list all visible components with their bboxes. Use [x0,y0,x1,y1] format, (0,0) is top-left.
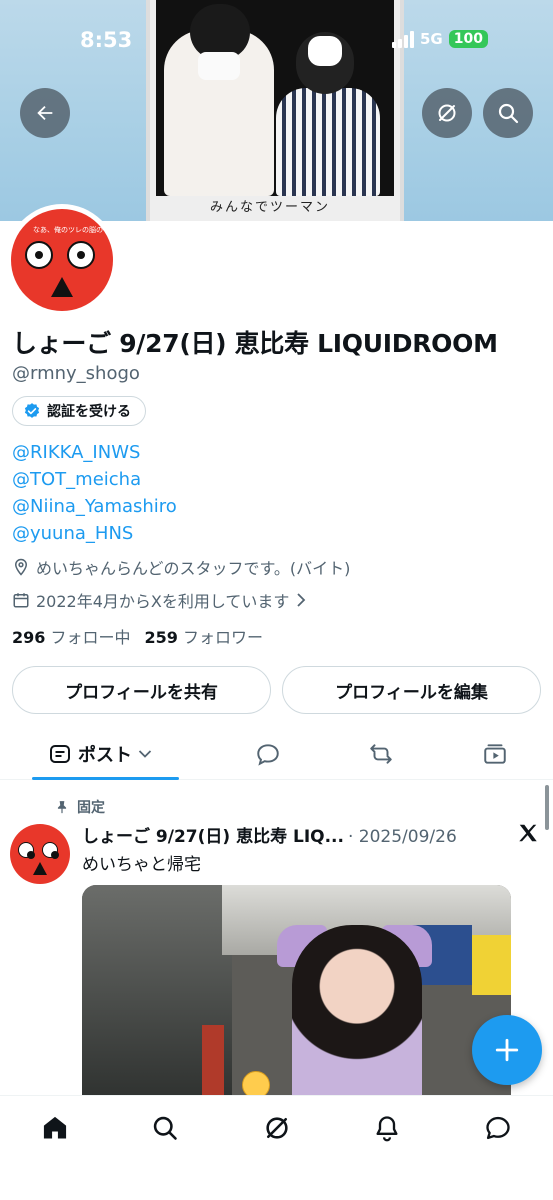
banner-person-right-face-cover [308,36,342,66]
nav-home[interactable] [35,1112,75,1144]
avatar-text: なあ、俺のツレの脳のヤツ見なかった？ [33,226,113,234]
bottom-navigation [0,1095,553,1200]
search-icon [153,1116,177,1140]
avatar-left-eye [25,241,53,269]
nav-grok[interactable] [257,1112,297,1144]
bio-mention-link[interactable]: @Niina_Yamashiro [12,494,177,521]
network-type: 5G [420,30,443,48]
grok-button[interactable] [422,88,472,138]
reply-icon [257,744,279,766]
home-icon [43,1116,67,1139]
verified-badge-icon [24,403,40,418]
post-author-avatar[interactable] [10,824,70,884]
video-icon [484,744,506,764]
followers-count: 259 [144,628,178,647]
active-tab-indicator [32,777,179,780]
tab-posts[interactable]: ポスト [48,728,152,780]
grok-icon [266,1117,288,1139]
message-icon [486,1116,510,1140]
repost-icon [370,744,392,764]
profile-display-name: しょーご 9/27(日) 恵比寿 LIQUIDROOM [12,329,498,358]
bell-icon [376,1116,398,1142]
post-text: めいちゃと帰宅 [82,855,201,875]
banner-person-left-mask [198,52,240,80]
chevron-down-icon [138,750,152,758]
followers-link[interactable]: 259 フォロワー [145,624,264,648]
avatar-image: なあ、俺のツレの脳のヤツ見なかった？ [11,209,113,311]
avatar-right-eye [67,241,95,269]
search-icon [498,103,519,124]
banner-photo: みんなでツーマン [146,0,404,221]
battery-level: 100 [448,30,488,48]
pinned-indicator: 固定 [55,797,105,817]
share-profile-button[interactable]: プロフィールを共有 [12,666,271,714]
profile-avatar[interactable]: なあ、俺のツレの脳のヤツ見なかった？ [6,204,118,316]
compose-post-button[interactable] [472,1015,542,1085]
post-header: しょーご 9/27(日) 恵比寿 LIQ... · 2025/09/26 [82,822,457,847]
bio-mention-link[interactable]: @yuuna_HNS [12,521,177,548]
profile-handle: @rmny_shogo [12,363,140,384]
tab-reposts[interactable] [367,728,395,780]
post-author-name[interactable]: しょーご 9/27(日) 恵比寿 LIQ... [82,822,344,847]
bio-mention-link[interactable]: @RIKKA_INWS [12,440,177,467]
followers-label: フォロワー [183,628,264,647]
banner-person-right [276,88,380,196]
post-media-image[interactable] [82,885,511,1100]
pin-icon [57,801,67,814]
follow-stats: 296 フォロー中 259 フォロワー [12,624,263,648]
nav-notifications[interactable] [367,1112,407,1144]
get-verified-button[interactable]: 認証を受ける [12,396,146,426]
tab-media[interactable] [481,728,509,780]
back-arrow-icon [37,105,53,121]
post-date[interactable]: · 2025/09/26 [348,827,457,847]
scrollbar[interactable] [545,785,549,830]
train-ad [472,935,511,995]
post-source-button[interactable] [517,822,539,848]
location-pin-icon [14,558,28,576]
avatar-mouth [51,277,73,297]
signal-icon [392,30,414,48]
following-label: フォロー中 [50,628,131,647]
avatar-right-eye [42,842,59,859]
posts-icon [50,745,70,763]
status-time: 8:53 [80,28,133,52]
pinned-label: 固定 [77,800,105,816]
standee-figure [292,925,422,1100]
train-panel [202,1025,224,1100]
avatar-left-eye [18,842,35,859]
profile-join-date[interactable]: 2022年4月からXを利用しています [12,588,307,612]
search-button[interactable] [483,88,533,138]
nav-search[interactable] [145,1112,185,1144]
status-indicators: 5G 100 [392,30,488,48]
tab-posts-label: ポスト [78,745,132,766]
bio-mentions: @RIKKA_INWS @TOT_meicha @Niina_Yamashiro… [12,440,177,548]
x-logo-icon [519,824,537,842]
following-link[interactable]: 296 フォロー中 [12,624,131,648]
banner-photo-caption: みんなでツーマン [210,200,331,215]
following-count: 296 [12,628,46,647]
profile-location: めいちゃんらんどのスタッフです。(バイト) [12,555,350,579]
location-text: めいちゃんらんどのスタッフです。(バイト) [36,559,351,578]
join-date-text: 2022年4月からXを利用しています [36,592,290,611]
tab-replies[interactable] [255,728,281,780]
nav-messages[interactable] [478,1112,518,1144]
chevron-right-icon [297,593,306,607]
bio-mention-link[interactable]: @TOT_meicha [12,467,177,494]
plus-icon [495,1038,519,1062]
grok-icon [438,104,456,122]
get-verified-label: 認証を受ける [47,404,131,420]
calendar-icon [13,593,29,608]
avatar-mouth [33,862,47,875]
edit-profile-button[interactable]: プロフィールを編集 [282,666,541,714]
back-button[interactable] [20,88,70,138]
profile-tabs: ポスト [0,728,553,780]
